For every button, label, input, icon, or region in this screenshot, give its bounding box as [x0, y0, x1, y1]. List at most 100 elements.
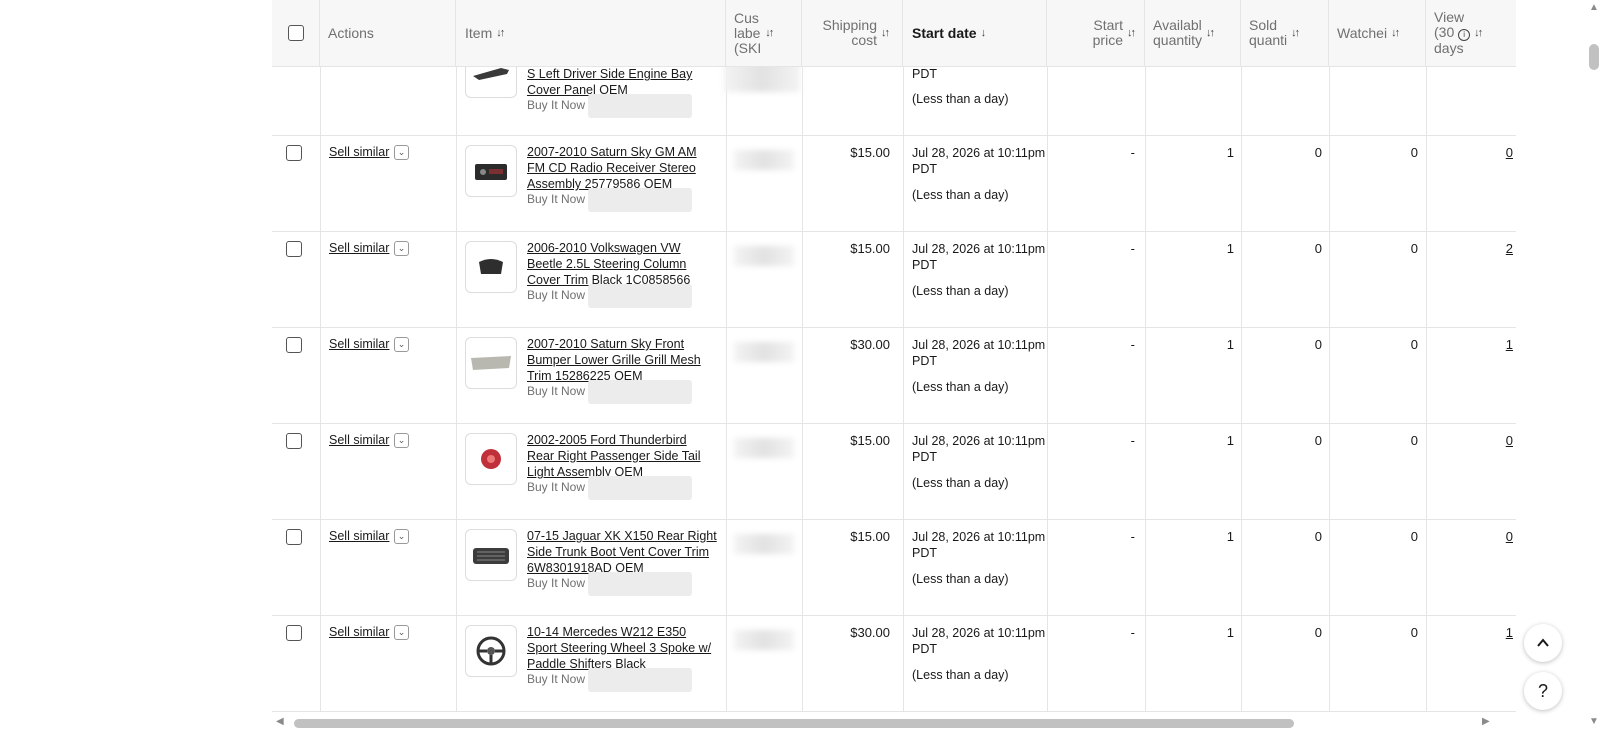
horizontal-scroll-thumb[interactable] — [294, 719, 1294, 728]
table-row: Sell similar ⌄ 10-14 Mercedes W212 E350 Sp… — [272, 616, 1516, 712]
sell-similar-link[interactable]: Sell similar — [329, 337, 389, 351]
column-sold-quantity[interactable]: Sold quanti ↓↑ — [1241, 0, 1329, 66]
shipping-line1: Shipping — [822, 17, 878, 33]
help-button[interactable]: ? — [1524, 672, 1562, 710]
divider — [456, 328, 457, 423]
row-checkbox[interactable] — [286, 433, 302, 449]
item-title-link[interactable]: 2006-2010 Volkswagen VW Beetle 2.5L Stee… — [527, 240, 717, 288]
sort-icon[interactable]: ↓↑ — [496, 27, 505, 39]
start-price: - — [1130, 625, 1135, 640]
column-views-text: View (30 i days — [1434, 10, 1471, 56]
table-row: Sell similar ⌄ 2007-2010 Saturn Sky Front … — [272, 328, 1516, 424]
sort-icon[interactable]: ↓↑ — [1391, 27, 1400, 39]
item-thumbnail[interactable] — [465, 145, 517, 197]
redacted-price — [588, 284, 692, 308]
actions-dropdown-button[interactable]: ⌄ — [394, 241, 409, 256]
shipping-cost: $15.00 — [850, 145, 890, 160]
item-title-link[interactable]: 07-15 Jaguar XK X150 Rear Right Side Tru… — [527, 528, 717, 576]
redacted-price — [588, 668, 692, 692]
item-thumbnail[interactable] — [465, 529, 517, 581]
vertical-scroll-thumb[interactable] — [1589, 44, 1599, 70]
start-date-datetime: Jul 28, 2026 at 10:11pm — [912, 338, 1046, 352]
actions-dropdown-button[interactable]: ⌄ — [394, 625, 409, 640]
item-title-link[interactable]: 2002-2005 Ford Thunderbird Rear Right Pa… — [527, 432, 717, 480]
redacted-sku — [734, 342, 794, 362]
divider — [456, 616, 457, 711]
item-thumbnail[interactable] — [465, 625, 517, 677]
start-date-tz: PDT — [912, 67, 937, 81]
select-all-checkbox[interactable] — [287, 25, 304, 41]
views-count-link[interactable]: 2 — [1426, 241, 1513, 256]
column-start-date[interactable]: Start date ↓ — [903, 0, 1047, 66]
item-title-link[interactable]: 2007-2010 Saturn Sky GM AM FM CD Radio R… — [527, 144, 717, 192]
column-available-text: Availabl quantity — [1153, 18, 1202, 48]
row-checkbox[interactable] — [286, 145, 302, 161]
row-checkbox[interactable] — [286, 529, 302, 545]
listing-format: Buy It Now — [527, 480, 586, 494]
sell-similar-link[interactable]: Sell similar — [329, 241, 389, 255]
views-count-link[interactable]: 1 — [1426, 337, 1513, 352]
start-date-datetime: Jul 28, 2026 at 10:11pm — [912, 242, 1046, 256]
views-count-link[interactable]: 0 — [1426, 529, 1513, 544]
redacted-sku — [734, 534, 794, 554]
scroll-right-arrow-icon[interactable]: ▶ — [1482, 716, 1490, 727]
sell-similar-link[interactable]: Sell similar — [329, 625, 389, 639]
available-quantity: 1 — [1226, 625, 1234, 640]
item-thumbnail[interactable] — [465, 337, 517, 389]
row-checkbox[interactable] — [286, 625, 302, 641]
column-available-quantity[interactable]: Availabl quantity ↓↑ — [1145, 0, 1241, 66]
start-date-note: (Less than a day) — [912, 572, 1009, 586]
actions-dropdown-button[interactable]: ⌄ — [394, 529, 409, 544]
actions-dropdown-button[interactable]: ⌄ — [394, 433, 409, 448]
divider — [903, 616, 904, 711]
sort-icon[interactable]: ↓↑ — [1291, 27, 1300, 39]
horizontal-scrollbar[interactable]: ◀ ▶ — [272, 713, 1516, 729]
sort-icon[interactable]: ↓↑ — [1474, 27, 1483, 39]
item-title-link[interactable]: 2007-2010 Saturn Sky Front Bumper Lower … — [527, 336, 717, 384]
sort-descending-icon[interactable]: ↓ — [981, 27, 987, 39]
actions-dropdown-button[interactable]: ⌄ — [394, 337, 409, 352]
sort-icon[interactable]: ↓↑ — [765, 27, 774, 39]
sort-icon[interactable]: ↓↑ — [1127, 27, 1136, 39]
views-count-link[interactable]: 1 — [1426, 625, 1513, 640]
table-row: Sell similar ⌄ 2007-2010 Saturn Sky GM AM … — [272, 136, 1516, 232]
scroll-down-arrow-icon[interactable]: ▼ — [1589, 716, 1599, 727]
column-item[interactable]: Item ↓↑ — [456, 0, 726, 66]
divider — [726, 136, 727, 231]
column-custom-label-text: Cus labe (SKI — [734, 10, 761, 56]
scroll-left-arrow-icon[interactable]: ◀ — [276, 716, 284, 727]
radio-image — [475, 164, 507, 180]
item-thumbnail[interactable] — [465, 241, 517, 293]
column-watchers[interactable]: Watchei ↓↑ — [1329, 0, 1426, 66]
column-item-label: Item — [465, 24, 493, 41]
start-date-tz: PDT — [912, 354, 937, 368]
views-count-link[interactable]: 0 — [1426, 433, 1513, 448]
divider — [802, 328, 803, 423]
sold-quantity: 0 — [1314, 625, 1322, 640]
item-title-link[interactable]: 10-14 Mercedes W212 E350 Sport Steering … — [527, 624, 717, 672]
column-custom-label[interactable]: Cus labe (SKI ↓↑ — [726, 0, 802, 66]
column-start-price[interactable]: Start price ↓↑ — [1047, 0, 1145, 66]
sort-icon[interactable]: ↓↑ — [1206, 27, 1215, 39]
actions-dropdown-button[interactable]: ⌄ — [394, 145, 409, 160]
sell-similar-link[interactable]: Sell similar — [329, 433, 389, 447]
sort-icon[interactable]: ↓↑ — [881, 27, 890, 39]
available-quantity: 1 — [1226, 433, 1234, 448]
row-checkbox[interactable] — [286, 337, 302, 353]
views-count-link[interactable]: 0 — [1426, 145, 1513, 160]
listing-format: Buy It Now — [527, 384, 586, 398]
start-price: - — [1130, 145, 1135, 160]
table-header: Actions Item ↓↑ Cus labe (SKI ↓↑ Shippin… — [272, 0, 1516, 67]
available-quantity: 1 — [1226, 145, 1234, 160]
views-line2: (30 — [1434, 24, 1455, 40]
sell-similar-link[interactable]: Sell similar — [329, 145, 389, 159]
column-actions: Actions — [320, 0, 456, 66]
row-checkbox[interactable] — [286, 241, 302, 257]
column-views[interactable]: View (30 i days ↓↑ — [1426, 0, 1516, 66]
scroll-to-top-button[interactable] — [1524, 624, 1562, 662]
scroll-up-arrow-icon[interactable]: ▲ — [1589, 2, 1599, 13]
item-thumbnail[interactable] — [465, 433, 517, 485]
divider — [320, 136, 321, 231]
sell-similar-link[interactable]: Sell similar — [329, 529, 389, 543]
column-shipping-cost[interactable]: Shipping cost ↓↑ — [802, 0, 903, 66]
